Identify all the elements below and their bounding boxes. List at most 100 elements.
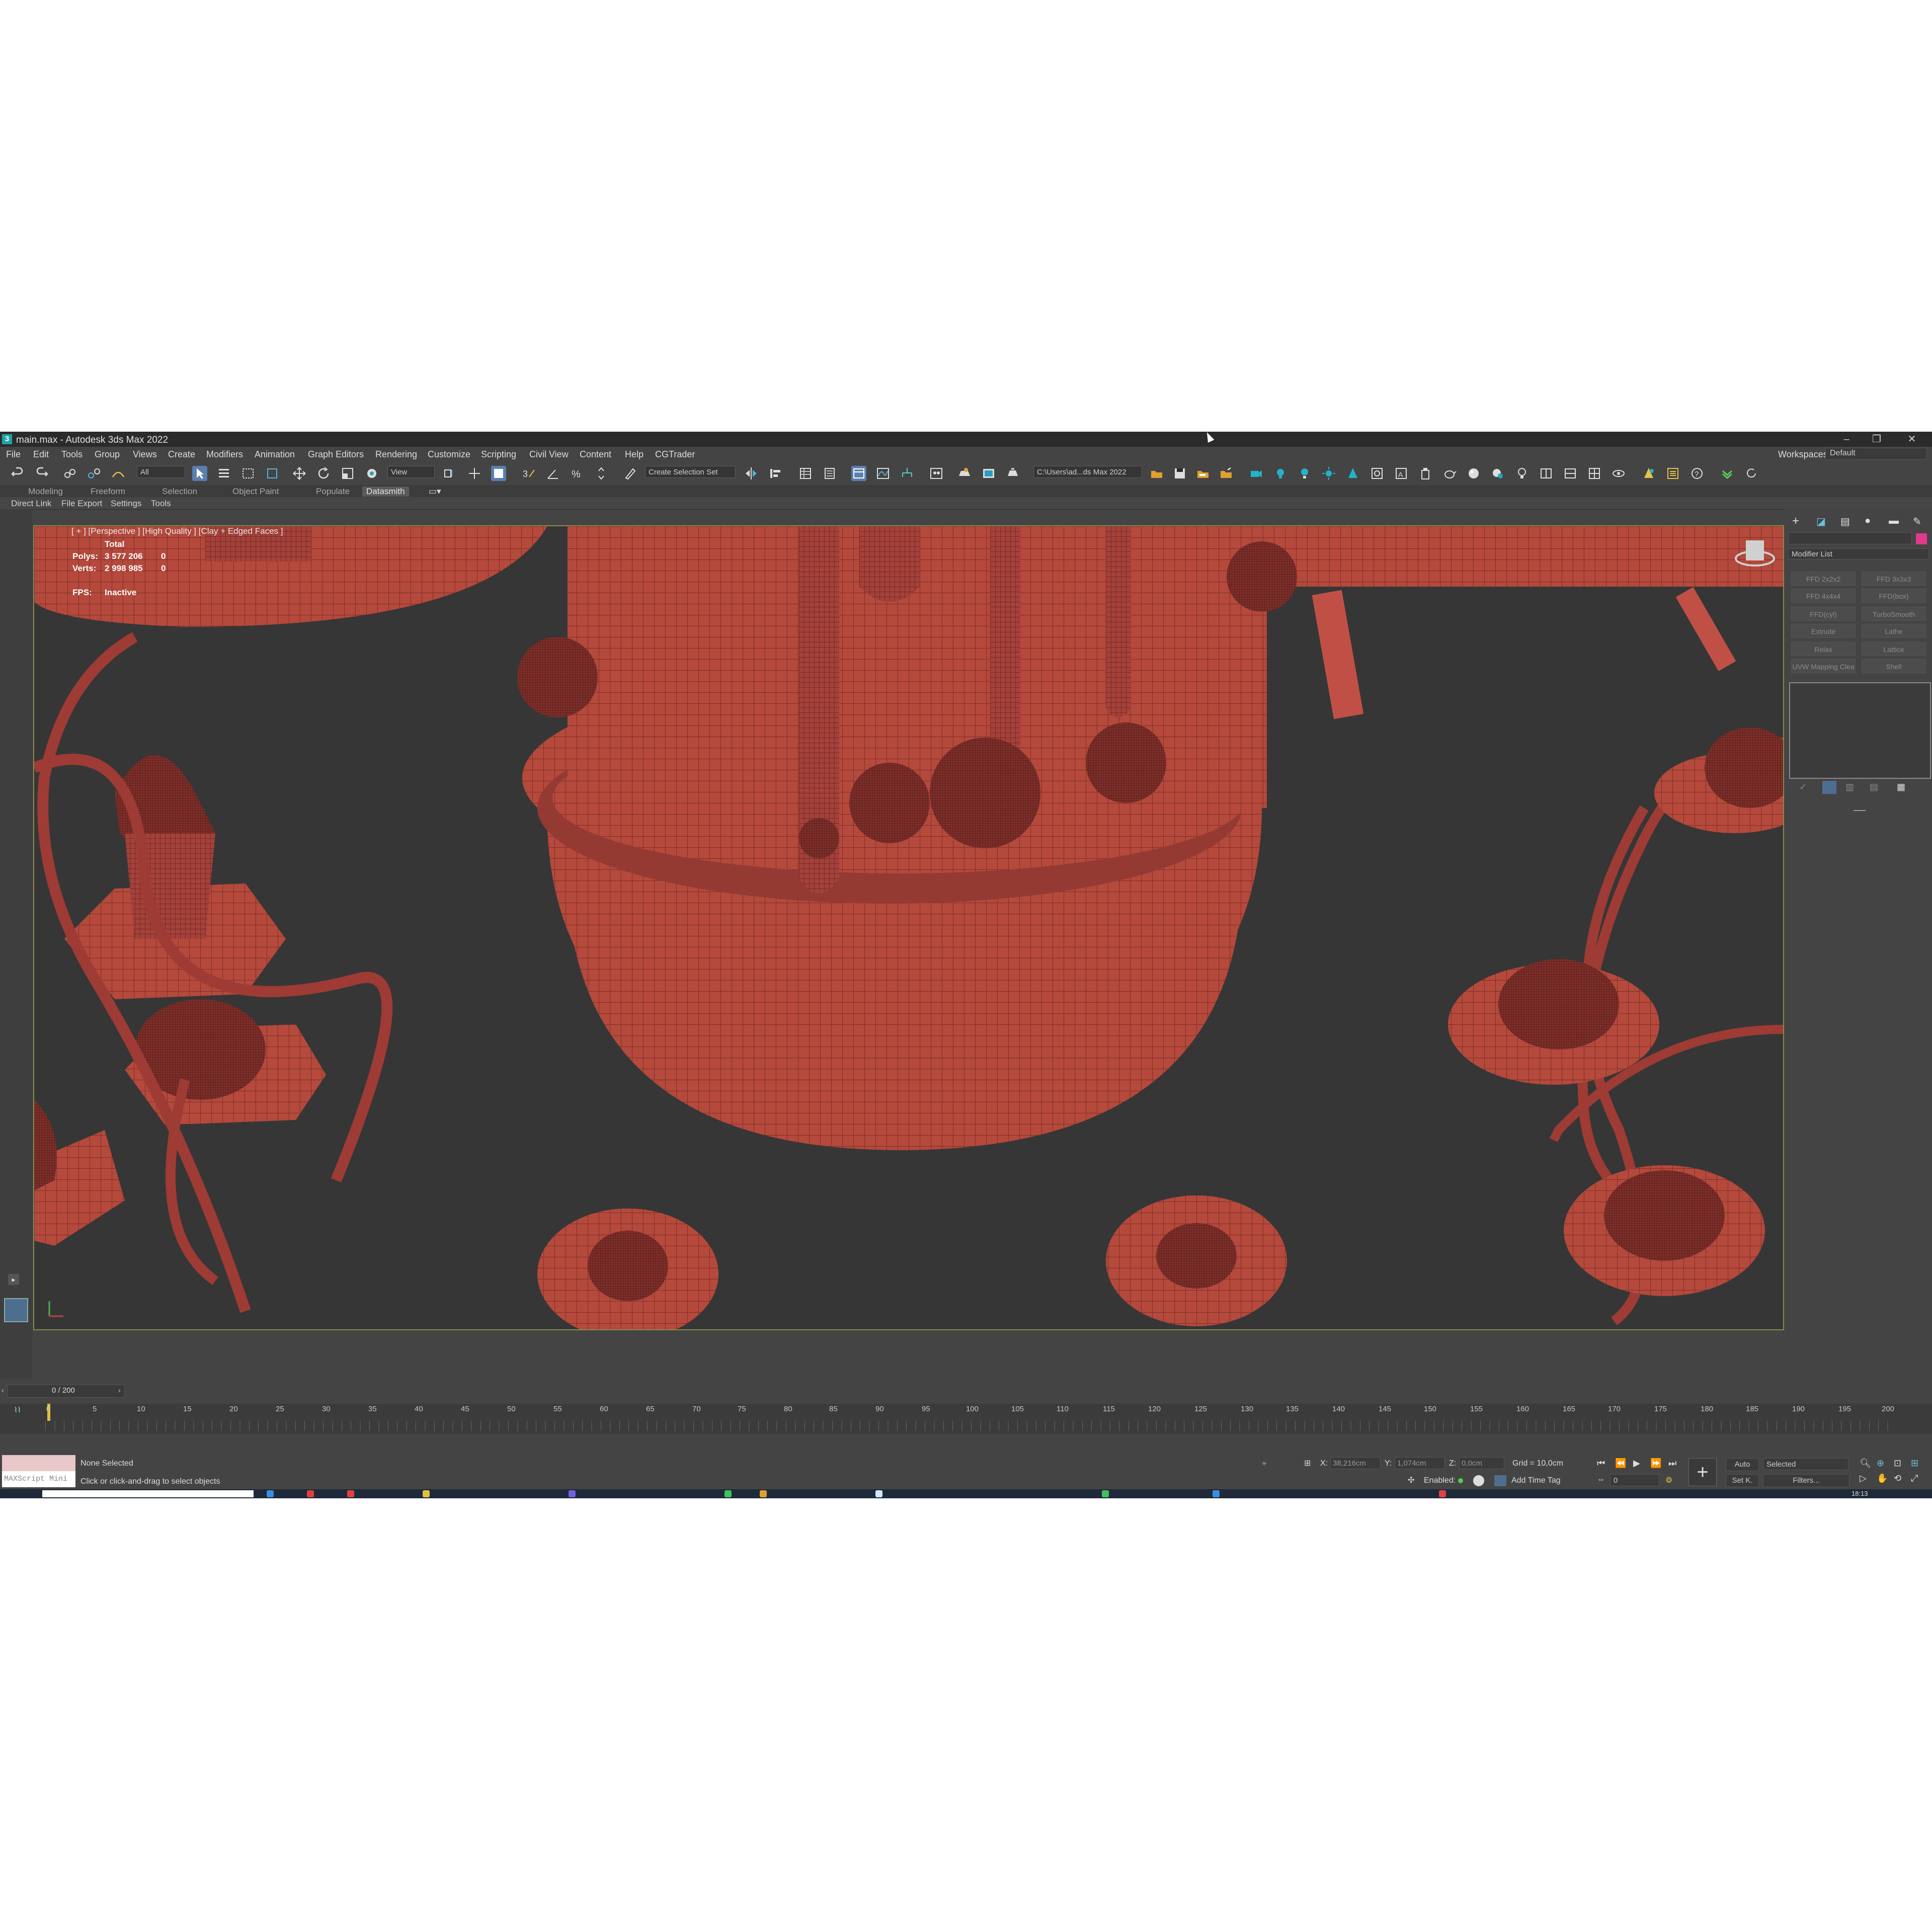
time-slider[interactable]: ‹ 0 / 200 ›	[2, 1385, 125, 1398]
menu-animation[interactable]: Animation	[255, 449, 295, 460]
viewport-label[interactable]: [ + ] [Perspective ] [High Quality ] [Cl…	[71, 526, 283, 536]
taskbar-app-icon[interactable]	[347, 1490, 354, 1497]
set-key-big-button[interactable]: +	[1688, 1458, 1717, 1486]
relax-button[interactable]: Relax	[1791, 642, 1856, 656]
next-frame-icon[interactable]: ›	[118, 1386, 121, 1394]
taskbar-app-icon[interactable]	[569, 1490, 576, 1497]
align-icon[interactable]	[768, 466, 783, 481]
maxscript-mini-listener[interactable]: MAXScript Mini	[2, 1471, 75, 1487]
menu-modifiers[interactable]: Modifiers	[206, 449, 243, 460]
taskbar-app-icon[interactable]	[1102, 1490, 1109, 1497]
help-icon[interactable]: ?	[1689, 466, 1705, 481]
uvw-mapping-clear-button[interactable]: UVW Mapping Clea	[1791, 659, 1856, 673]
lattice-button[interactable]: Lattice	[1862, 642, 1926, 656]
scale-icon[interactable]	[340, 466, 355, 481]
play-icon[interactable]: ▶	[1633, 1458, 1640, 1469]
menu-content[interactable]: Content	[580, 449, 611, 460]
y-coordinate-field[interactable]: 1,074cm	[1395, 1457, 1445, 1469]
rect-selection-region-icon[interactable]	[240, 466, 256, 481]
curve-editor-icon[interactable]	[875, 466, 891, 481]
pin-stack-icon[interactable]: ✓	[1799, 782, 1807, 792]
menu-views[interactable]: Views	[133, 449, 157, 460]
light-bulb-alt-icon[interactable]	[1514, 466, 1530, 481]
track-bar[interactable]: ⌇⌇ 0 5 10 15 20 25 30 35 40 45 50 55 60 …	[0, 1404, 1932, 1434]
rotate-icon[interactable]	[316, 466, 331, 481]
add-time-tag-label[interactable]: Add Time Tag	[1511, 1476, 1561, 1485]
unlink-icon[interactable]	[87, 466, 102, 481]
tools-button[interactable]: Tools	[151, 499, 171, 509]
toggle-ribbon-icon[interactable]	[851, 466, 866, 481]
eye-icon[interactable]	[1611, 466, 1626, 481]
object-name-field[interactable]	[1788, 532, 1912, 544]
light-bulb-icon[interactable]	[1297, 466, 1312, 481]
taskbar-app-icon[interactable]	[725, 1490, 732, 1497]
recent-project-icon[interactable]	[1195, 466, 1211, 481]
mirror-icon[interactable]	[744, 466, 759, 481]
ffd-2x2x2-button[interactable]: FFD 2x2x2	[1791, 572, 1856, 586]
x-coordinate-field[interactable]: 38,216cm	[1330, 1457, 1381, 1469]
open-file-icon[interactable]	[1149, 466, 1164, 481]
ffd-4x4x4-button[interactable]: FFD 4x4x4	[1791, 589, 1856, 603]
taskbar-app-icon[interactable]	[423, 1490, 430, 1497]
select-by-name-icon[interactable]	[216, 466, 231, 481]
teapot-icon[interactable]	[1442, 466, 1457, 481]
tab-freeform[interactable]: Freeform	[91, 487, 125, 497]
ribbon-options-icon[interactable]: ▭▾	[429, 487, 441, 497]
display-tab-icon[interactable]: ▬	[1889, 515, 1899, 527]
file-export-button[interactable]: File Export	[61, 499, 102, 509]
lathe-button[interactable]: Lathe	[1862, 624, 1926, 638]
direct-link-button[interactable]: Direct Link	[11, 499, 51, 509]
tab-populate[interactable]: Populate	[316, 487, 350, 497]
project-folder-icon[interactable]	[1219, 466, 1234, 481]
menu-help[interactable]: Help	[625, 449, 643, 460]
utilities-tab-icon[interactable]: ✎	[1913, 515, 1921, 528]
set-key-button[interactable]: Set K.	[1726, 1474, 1759, 1487]
menu-tools[interactable]: Tools	[61, 449, 83, 460]
taskbar-app-icon[interactable]	[1213, 1490, 1220, 1497]
modifier-list-dropdown[interactable]: Modifier List	[1788, 548, 1929, 559]
current-frame-field[interactable]: 0	[1610, 1474, 1659, 1486]
move-icon[interactable]	[292, 466, 307, 481]
undo-icon[interactable]	[10, 466, 25, 481]
tab-modeling[interactable]: Modeling	[28, 487, 63, 497]
taskbar-app-icon[interactable]	[875, 1490, 882, 1497]
ffd-cyl-button[interactable]: FFD(cyl)	[1791, 607, 1856, 621]
hierarchy-tab-icon[interactable]: ▤	[1840, 515, 1850, 528]
goto-start-icon[interactable]: ⏮	[1597, 1458, 1605, 1469]
environment-icon[interactable]	[1370, 466, 1385, 481]
link-icon[interactable]	[62, 466, 77, 481]
remove-modifier-icon[interactable]: ▤	[1870, 782, 1878, 792]
tab-datasmith[interactable]: Datasmith	[362, 487, 409, 497]
angle-snap-icon[interactable]	[545, 466, 560, 481]
menu-edit[interactable]: Edit	[33, 449, 49, 460]
taskbar-app-icon[interactable]	[760, 1490, 767, 1497]
plugin-tree-icon[interactable]	[1641, 466, 1656, 481]
snaps-toggle-icon[interactable]: 3	[521, 466, 536, 481]
cone-icon[interactable]	[1345, 466, 1360, 481]
close-button[interactable]: ✕	[1897, 433, 1927, 446]
zoom-all-icon[interactable]: ⊕	[1877, 1458, 1884, 1469]
select-manipulate-icon[interactable]	[467, 466, 482, 481]
isolate-icon[interactable]: ⚹	[1262, 1459, 1267, 1468]
modifier-stack[interactable]	[1789, 682, 1931, 779]
text-panel-icon[interactable]: A	[1394, 466, 1409, 481]
schematic-view-icon[interactable]	[900, 466, 915, 481]
settings-button[interactable]: Settings	[111, 499, 141, 509]
tab-selection[interactable]: Selection	[162, 487, 197, 497]
ffd-3x3x3-button[interactable]: FFD 3x3x3	[1862, 572, 1926, 586]
project-path-dropdown[interactable]: C:\Users\ad...ds Max 2022	[1033, 466, 1142, 478]
menu-civil-view[interactable]: Civil View	[529, 449, 569, 460]
rendered-frame-window-icon[interactable]	[981, 466, 996, 481]
menu-scripting[interactable]: Scripting	[481, 449, 516, 460]
menu-file[interactable]: File	[6, 449, 21, 460]
list-panel-icon[interactable]	[1665, 466, 1680, 481]
pan-view-icon[interactable]: ✋	[1877, 1473, 1888, 1484]
show-end-result-icon[interactable]	[1822, 781, 1836, 794]
create-tab-icon[interactable]: +	[1792, 514, 1799, 528]
configure-sets-icon[interactable]: ▦	[1897, 782, 1905, 792]
z-coordinate-field[interactable]: 0,0cm	[1459, 1457, 1504, 1469]
taskbar-app-icon[interactable]	[1439, 1490, 1446, 1497]
ref-coord-dropdown[interactable]: View	[387, 466, 435, 478]
time-tag-icon[interactable]	[1494, 1475, 1506, 1486]
key-filters-button[interactable]: Filters...	[1763, 1474, 1849, 1487]
